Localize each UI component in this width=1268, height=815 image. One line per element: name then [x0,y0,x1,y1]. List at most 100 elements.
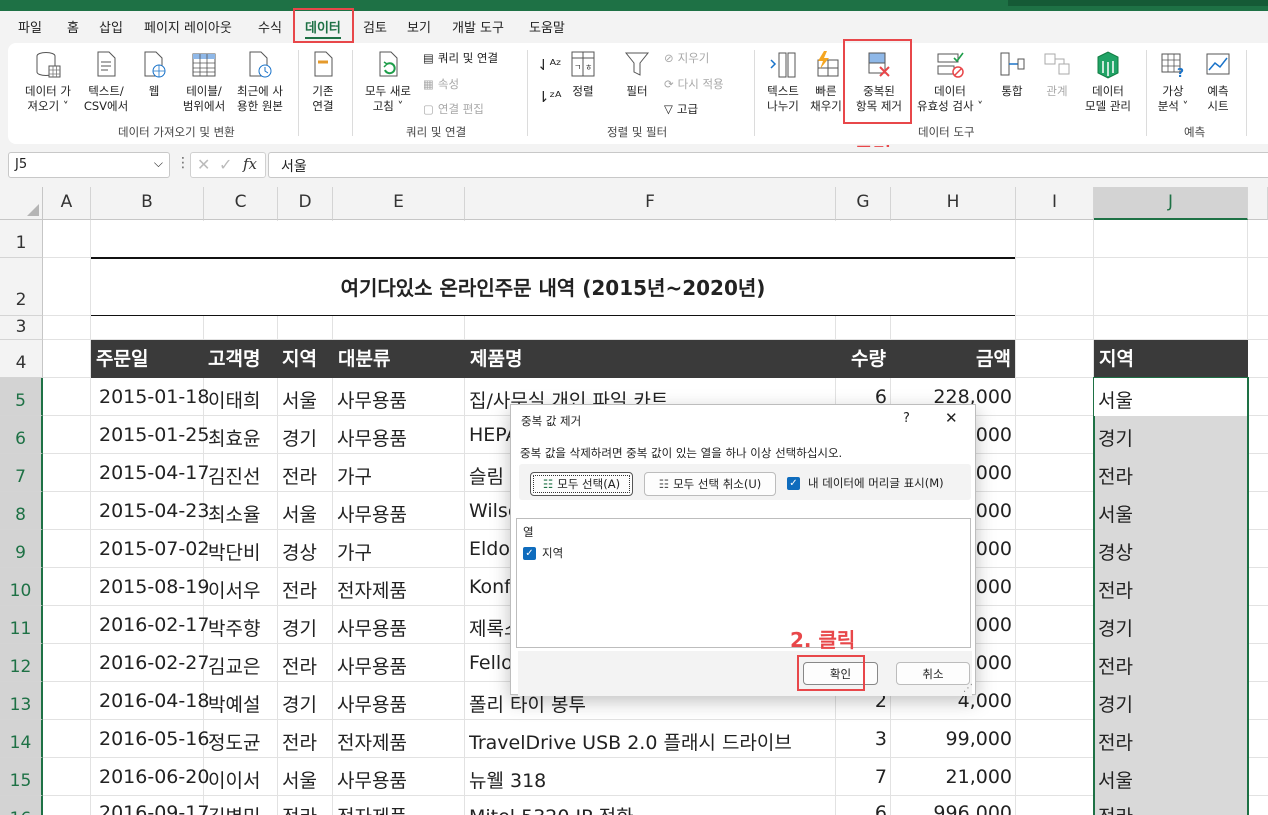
header-order-date[interactable]: 주문일 [96,344,148,371]
column-header-f[interactable]: F [465,187,836,220]
web-button[interactable]: 웹 [138,50,170,99]
tab-view[interactable]: 보기 [407,17,431,36]
table-cell[interactable]: 2016-06-20 [99,766,209,788]
row-header-2[interactable]: 2 [0,258,43,316]
table-cell[interactable]: 사무용품 [337,652,407,679]
text-to-columns-button[interactable]: 텍스트 나누기 [760,50,806,114]
tab-review[interactable]: 검토 [363,17,387,36]
table-cell[interactable]: 2016-02-27 [99,652,209,674]
table-cell[interactable]: 2015-04-23 [99,500,209,522]
table-cell[interactable]: 서울 [282,500,317,527]
table-cell[interactable]: Mitel 5320 IP 전화 [469,802,634,815]
row-header-13[interactable]: 13 [0,682,43,720]
list-item[interactable]: 경기 [1098,614,1133,641]
table-cell[interactable]: 박주향 [208,614,260,641]
table-cell[interactable]: 전라 [282,652,317,679]
row-header-4[interactable]: 4 [0,340,43,378]
row-header-15[interactable]: 15 [0,758,43,796]
row-header-7[interactable]: 7 [0,454,43,492]
table-cell[interactable]: 정도균 [208,728,260,755]
column-header-i[interactable]: I [1016,187,1094,220]
table-cell[interactable]: 경기 [282,424,317,451]
row-header-12[interactable]: 12 [0,644,43,682]
help-button[interactable]: ? [903,411,910,426]
column-header-g[interactable]: G [836,187,891,220]
tab-insert[interactable]: 삽입 [99,17,123,36]
table-cell[interactable]: 최소율 [208,500,260,527]
name-box[interactable]: J5 ⌵ [8,152,170,178]
text-csv-button[interactable]: 텍스트/ CSV에서 [80,50,132,114]
get-data-button[interactable]: 데이터 가 져오기 ˅ [18,50,78,114]
header-checkbox[interactable]: ✓ 내 데이터에 머리글 표시(M) [787,475,944,491]
table-cell[interactable]: 사무용품 [337,690,407,717]
consolidate-button[interactable]: 통합 [995,50,1029,99]
table-cell[interactable]: 전라 [282,728,317,755]
table-cell[interactable]: TravelDrive USB 2.0 플래시 드라이브 [469,728,834,755]
what-if-button[interactable]: ? 가상 분석 ˅ [1150,50,1196,114]
list-item[interactable]: 서울 [1098,766,1133,793]
table-cell[interactable]: 전라 [282,576,317,603]
table-cell[interactable]: 김진선 [208,462,260,489]
sort-button[interactable]: ㄱㅎ 정렬 [566,50,600,99]
function-icon[interactable]: fx [243,155,257,173]
recent-sources-button[interactable]: 최근에 사 용한 원본 [232,50,288,114]
column-header-b[interactable]: B [91,187,204,220]
table-cell[interactable]: 서울 [282,386,317,413]
table-cell[interactable]: 전자제품 [337,576,407,603]
refresh-all-button[interactable]: 모두 새로 고침 ˅ [360,50,416,114]
table-cell[interactable]: 김교은 [208,652,260,679]
resize-grip-icon[interactable]: ⋰ [963,683,973,694]
column-header-k[interactable] [1248,187,1268,220]
table-cell[interactable]: 996,000 [891,802,1012,815]
column-header-h[interactable]: H [891,187,1016,220]
list-item[interactable]: 전라 [1098,802,1133,815]
select-all-corner[interactable] [0,187,43,220]
row-header-10[interactable]: 10 [0,568,43,606]
table-cell[interactable]: 사무용품 [337,614,407,641]
flash-fill-button[interactable]: 빠른 채우기 [806,50,846,114]
column-header-j[interactable]: J [1094,187,1248,220]
clear-filter-button[interactable]: ⊘ 지우기 [664,50,709,66]
table-cell[interactable]: 99,000 [891,728,1012,750]
table-cell[interactable]: 전라 [282,802,317,815]
tab-developer[interactable]: 개발 도구 [452,17,504,36]
relationships-button[interactable]: 관계 [1040,50,1074,99]
row-header-14[interactable]: 14 [0,720,43,758]
cancel-button[interactable]: 취소 [896,662,970,685]
header-customer[interactable]: 고객명 [208,344,260,371]
row-header-5[interactable]: 5 [0,378,43,416]
tab-help[interactable]: 도움말 [529,17,565,36]
header-region[interactable]: 지역 [282,344,317,371]
table-cell[interactable]: 2015-01-25 [99,424,209,446]
table-cell[interactable]: 21,000 [891,766,1012,788]
table-cell[interactable]: 박예설 [208,690,260,717]
sort-descending-button[interactable]: ⇂ᶻᴬ [537,88,562,106]
table-cell[interactable]: 사무용품 [337,766,407,793]
table-cell[interactable]: 2016-04-18 [99,690,209,712]
table-cell[interactable]: 2015-04-17 [99,462,209,484]
table-cell[interactable]: 박단비 [208,538,260,565]
table-cell[interactable]: 2015-08-19 [99,576,209,598]
table-cell[interactable]: 2015-07-02 [99,538,209,560]
header-amount[interactable]: 금액 [891,344,1011,371]
table-cell[interactable]: 전라 [282,462,317,489]
table-cell[interactable]: 2016-02-17 [99,614,209,636]
list-item[interactable]: 경기 [1098,690,1133,717]
forecast-sheet-button[interactable]: 예측 시트 [1200,50,1236,114]
sort-ascending-button[interactable]: ⇃ᴬᶻ [537,56,562,74]
column-header-d[interactable]: D [278,187,333,220]
list-item[interactable]: 전라 [1098,652,1133,679]
table-cell[interactable]: 경상 [282,538,317,565]
table-cell[interactable]: 2016-09-17 [99,802,209,815]
table-cell[interactable]: 가구 [337,462,372,489]
list-item[interactable]: 전라 [1098,576,1133,603]
from-table-button[interactable]: 테이블/ 범위에서 [178,50,230,114]
row-header-8[interactable]: 8 [0,492,43,530]
list-item[interactable]: 전라 [1098,462,1133,489]
queries-connections-button[interactable]: ▤ 쿼리 및 연결 [423,50,498,66]
advanced-filter-button[interactable]: ▽ 고급 [664,101,698,117]
formula-input[interactable]: 서울 [268,152,1268,178]
table-cell[interactable]: 6 [836,802,887,815]
row-header-3[interactable]: 3 [0,316,43,340]
table-cell[interactable]: 2015-01-18 [99,386,209,408]
